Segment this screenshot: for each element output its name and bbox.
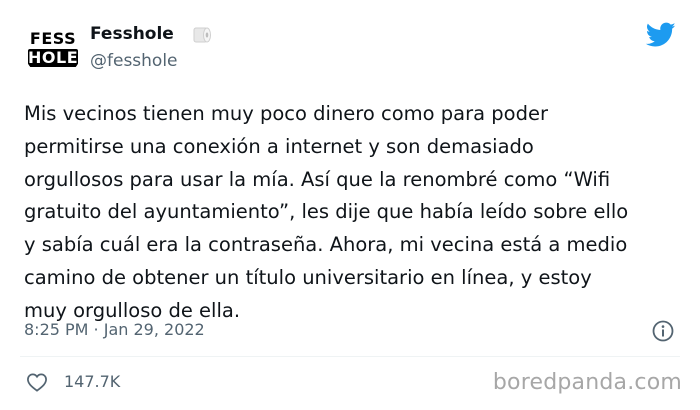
user-handle[interactable]: @fesshole — [90, 51, 178, 71]
info-icon[interactable] — [652, 320, 674, 342]
display-name[interactable]: Fesshole — [90, 24, 174, 44]
avatar-logo-line-2: HOLE — [28, 48, 79, 67]
divider — [20, 356, 680, 357]
heart-icon[interactable] — [26, 372, 48, 392]
tweet-text: Mis vecinos tienen muy poco dinero como … — [24, 102, 629, 322]
twitter-bird-icon[interactable] — [646, 22, 676, 48]
tweet-timestamp[interactable]: 8:25 PM · Jan 29, 2022 — [24, 320, 205, 339]
avatar-logo-line-1: FESS — [29, 29, 77, 48]
avatar[interactable]: FESS HOLE — [24, 20, 82, 78]
watermark: boredpanda.com — [492, 370, 682, 395]
toilet-roll-icon — [193, 27, 211, 43]
like-count: 147.7K — [64, 372, 121, 391]
tweet-card: FESS HOLE Fesshole @fesshole Mis vecinos… — [0, 0, 700, 410]
